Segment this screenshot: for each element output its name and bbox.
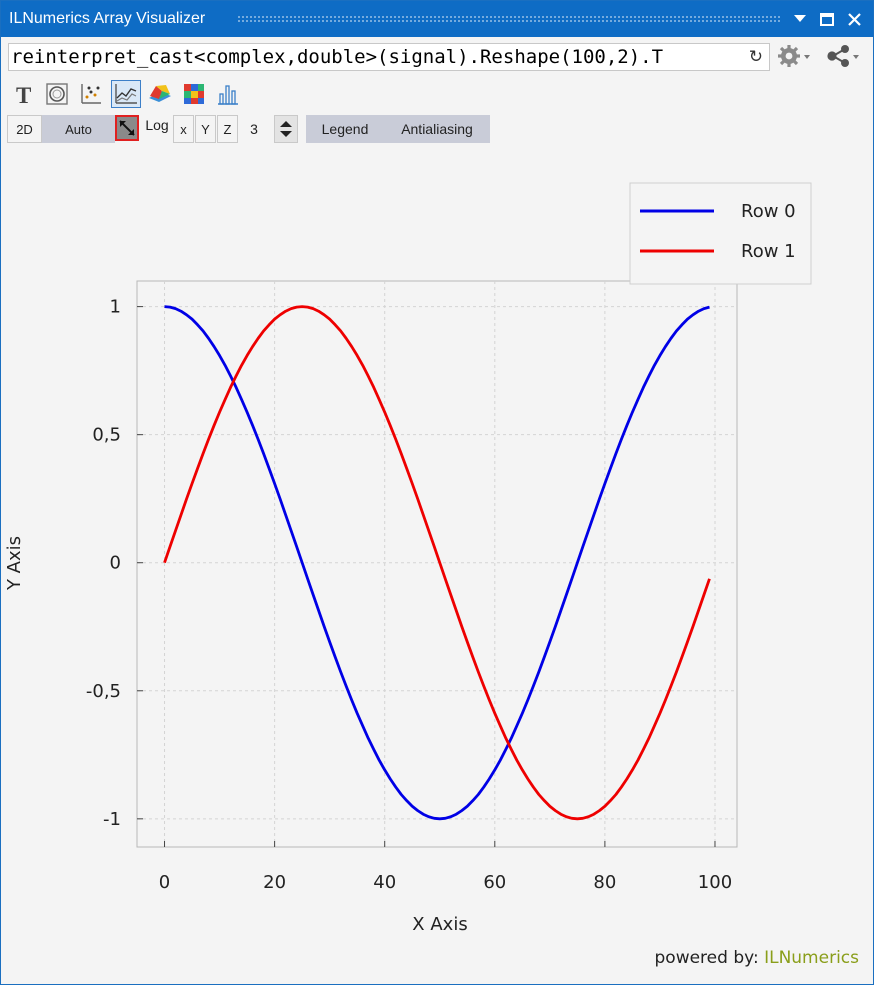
legend-label-row0: Row 0 — [741, 201, 796, 222]
fit-view-icon[interactable] — [115, 115, 139, 141]
y-tick-label: -1 — [103, 809, 121, 830]
dropdown-arrow-icon[interactable] — [790, 9, 810, 29]
y-tick-label: 0,5 — [92, 425, 121, 446]
powered-by-label: powered by: — [654, 948, 759, 968]
image-plot-icon[interactable] — [181, 81, 207, 107]
axis-x-button[interactable]: x — [173, 115, 194, 143]
svg-text:T: T — [16, 83, 31, 106]
x-tick-label: 0 — [159, 872, 170, 893]
array-visualizer-window: ILNumerics Array Visualizer ↻ — [0, 0, 874, 985]
axis-y-button[interactable]: Y — [195, 115, 216, 143]
x-tick-label: 40 — [373, 872, 396, 893]
x-tick-label: 60 — [483, 872, 506, 893]
legend: Row 0 Row 1 — [629, 182, 812, 285]
mode-2d-button[interactable]: 2D — [7, 115, 42, 143]
legend-label-row1: Row 1 — [741, 241, 796, 262]
y-tick-label: 0 — [110, 553, 121, 574]
line-chart[interactable]: 0 20 40 60 80 100 1 0,5 0 -0,5 -1 X Axis Y Axis Ro… — [1, 151, 873, 941]
title-bar-grip[interactable] — [237, 15, 781, 24]
line-plot-icon[interactable] — [111, 80, 141, 108]
refresh-icon[interactable]: ↻ — [749, 47, 763, 67]
surface-view-icon[interactable] — [44, 81, 70, 107]
brand-link[interactable]: ILNumerics — [764, 948, 859, 968]
y-tick-label: 1 — [110, 297, 121, 318]
share-icon[interactable] — [824, 43, 862, 69]
x-tick-label: 100 — [698, 872, 732, 893]
plot-area — [136, 280, 738, 848]
expression-input[interactable] — [11, 46, 741, 68]
settings-gear-icon[interactable] — [777, 43, 813, 69]
title-bar[interactable]: ILNumerics Array Visualizer — [1, 1, 873, 37]
close-icon[interactable] — [844, 9, 864, 29]
legend-toggle[interactable]: Legend — [306, 115, 384, 143]
legend-box — [629, 182, 812, 285]
auto-button[interactable]: Auto — [42, 115, 115, 143]
surface-3d-icon[interactable] — [147, 81, 173, 107]
y-axis-label: Y Axis — [4, 536, 25, 591]
x-tick-label: 20 — [263, 872, 286, 893]
x-tick-label: 80 — [593, 872, 616, 893]
scatter-plot-icon[interactable] — [78, 81, 104, 107]
powered-by-footer: powered by: ILNumerics — [655, 948, 860, 968]
window-title: ILNumerics Array Visualizer — [9, 10, 206, 27]
x-axis-label: X Axis — [412, 914, 467, 935]
y-tick-label: -0,5 — [86, 681, 121, 702]
text-view-icon[interactable]: T — [11, 81, 37, 107]
expression-box[interactable]: ↻ — [8, 43, 770, 71]
dimension-value: 3 — [250, 121, 258, 137]
axis-z-button[interactable]: Z — [217, 115, 238, 143]
maximize-icon[interactable] — [817, 9, 837, 29]
dimension-stepper[interactable] — [274, 115, 298, 143]
antialiasing-toggle[interactable]: Antialiasing — [384, 115, 490, 143]
log-toggle[interactable]: Log — [144, 113, 170, 137]
bar-plot-icon[interactable] — [215, 81, 241, 107]
